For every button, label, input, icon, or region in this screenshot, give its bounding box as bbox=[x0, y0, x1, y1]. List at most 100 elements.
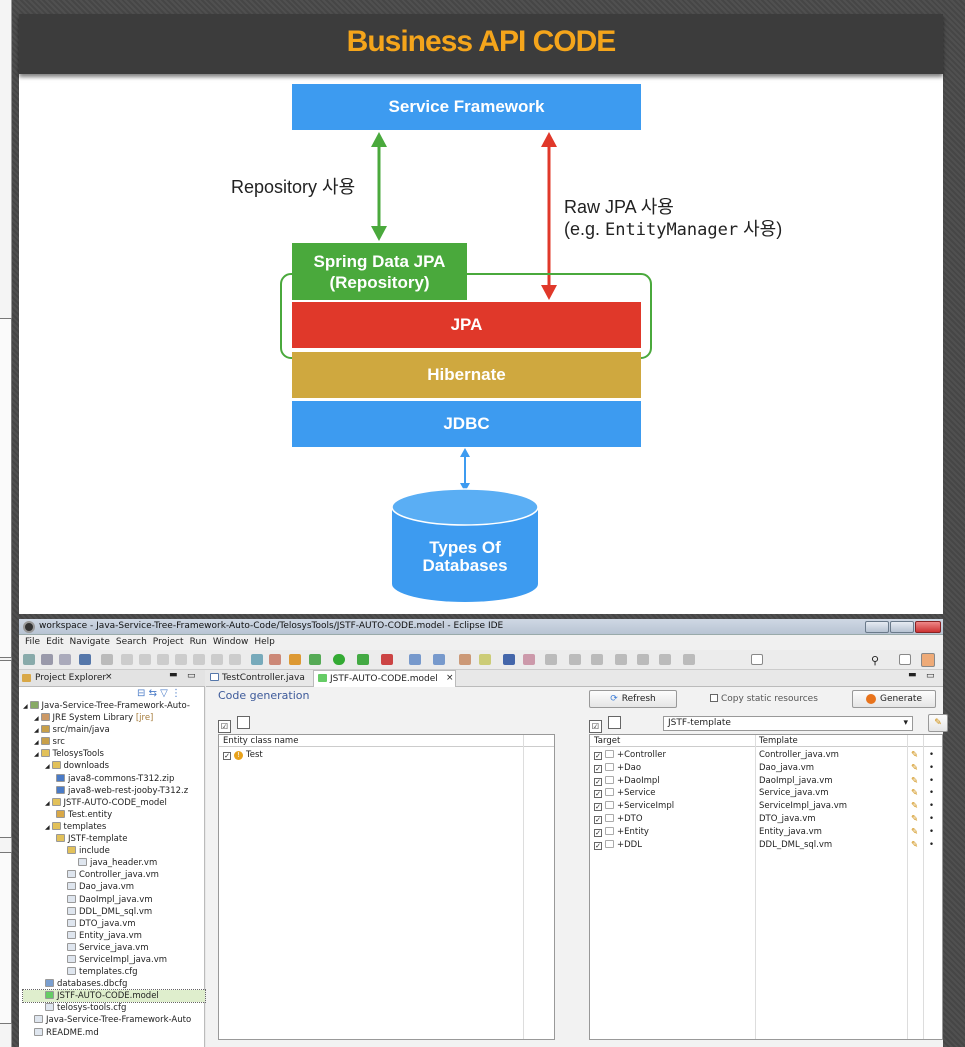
editor-minimize-icon[interactable]: ▬ bbox=[908, 670, 917, 680]
close-window-button[interactable] bbox=[915, 621, 941, 633]
annotation-icon[interactable] bbox=[545, 654, 557, 665]
filter-icon[interactable]: ▽ bbox=[160, 688, 168, 699]
copy-static-resources-checkbox[interactable]: Copy static resources bbox=[710, 694, 818, 704]
perspective-debug-icon[interactable] bbox=[921, 653, 935, 667]
project-explorer-tab[interactable]: Project Explorer × ▬ ▭ bbox=[19, 670, 205, 687]
link-editor-icon[interactable]: ⇆ bbox=[149, 688, 157, 699]
select-all-targets-button[interactable]: ☑ bbox=[589, 720, 602, 733]
prev-annotation-icon[interactable] bbox=[591, 654, 603, 665]
pin-editor-icon[interactable] bbox=[683, 654, 695, 665]
target-checkbox[interactable]: ✓ bbox=[594, 764, 602, 773]
editor-tab-testcontroller[interactable]: TestController.java bbox=[210, 673, 305, 683]
step-over-icon[interactable] bbox=[211, 654, 223, 665]
tree-item[interactable]: ServiceImpl_java.vm bbox=[23, 954, 205, 966]
save-icon[interactable] bbox=[41, 654, 53, 665]
terminal-icon[interactable] bbox=[79, 654, 91, 665]
skip-breakpoints-icon[interactable] bbox=[101, 654, 113, 665]
target-checkbox[interactable]: ✓ bbox=[594, 803, 602, 812]
pencil-icon[interactable]: ✎ bbox=[911, 839, 918, 851]
coverage-icon[interactable] bbox=[357, 654, 369, 665]
tree-expand-icon[interactable]: ◢ bbox=[45, 763, 52, 770]
collapse-all-icon[interactable]: ⊟ bbox=[137, 688, 145, 699]
maximize-button[interactable] bbox=[890, 621, 914, 633]
tree-item[interactable]: JSTF-template bbox=[23, 833, 205, 845]
target-row[interactable]: ✓ +Controller Controller_java.vm ✎ • bbox=[590, 749, 942, 761]
tree-item[interactable]: Test.entity bbox=[23, 809, 205, 821]
menu-project[interactable]: Project bbox=[153, 635, 184, 650]
target-row[interactable]: ✓ +DDL DDL_DML_sql.vm ✎ • bbox=[590, 839, 942, 851]
debug-icon[interactable] bbox=[309, 654, 321, 665]
spring-icon[interactable] bbox=[289, 654, 301, 665]
view-menu-icon[interactable]: ⋮ bbox=[171, 688, 181, 699]
tree-item[interactable]: Dao_java.vm bbox=[23, 881, 205, 893]
open-type-icon[interactable] bbox=[459, 654, 471, 665]
tree-item[interactable]: Java-Service-Tree-Framework-Auto bbox=[23, 1014, 205, 1026]
terminate-icon[interactable] bbox=[157, 654, 169, 665]
tree-item[interactable]: ◢ JRE System Library [jre] bbox=[23, 712, 205, 724]
select-all-entities-button[interactable]: ☑ bbox=[218, 720, 231, 733]
tree-expand-icon[interactable]: ◢ bbox=[34, 727, 41, 734]
suspend-icon[interactable] bbox=[139, 654, 151, 665]
tree-item[interactable]: Service_java.vm bbox=[23, 942, 205, 954]
tree-item[interactable]: java8-commons-T312.zip bbox=[23, 773, 205, 785]
editor-maximize-icon[interactable]: ▭ bbox=[926, 671, 935, 681]
tree-item[interactable]: databases.dbcfg bbox=[23, 978, 205, 990]
tree-item[interactable]: java_header.vm bbox=[23, 857, 205, 869]
search-icon[interactable]: ⚲ bbox=[871, 654, 879, 667]
run-icon[interactable] bbox=[333, 654, 345, 665]
target-checkbox[interactable]: ✓ bbox=[594, 828, 602, 837]
perspective-java-icon[interactable] bbox=[899, 654, 911, 665]
tree-item[interactable]: ◢ JSTF-AUTO-CODE_model bbox=[23, 797, 205, 809]
menu-file[interactable]: File bbox=[25, 635, 40, 650]
drop-to-frame-icon[interactable] bbox=[251, 654, 263, 665]
menu-window[interactable]: Window bbox=[213, 635, 249, 650]
target-checkbox[interactable]: ✓ bbox=[594, 777, 602, 786]
tree-expand-icon[interactable]: ◢ bbox=[34, 739, 41, 746]
target-row[interactable]: ✓ +DTO DTO_java.vm ✎ • bbox=[590, 813, 942, 825]
minimize-view-icon[interactable]: ▬ bbox=[169, 670, 178, 680]
tree-expand-icon[interactable]: ◢ bbox=[45, 800, 52, 807]
disconnect-icon[interactable] bbox=[175, 654, 187, 665]
globe-icon[interactable] bbox=[503, 654, 515, 665]
tree-expand-icon[interactable]: ◢ bbox=[34, 751, 41, 758]
tree-item[interactable]: java8-web-rest-jooby-T312.z bbox=[23, 785, 205, 797]
tree-item[interactable]: ◢ TelosysTools bbox=[23, 748, 205, 760]
pencil-icon[interactable]: ✎ bbox=[911, 813, 918, 825]
editor-tab-model[interactable]: JSTF-AUTO-CODE.model × bbox=[313, 670, 456, 687]
tree-expand-icon[interactable]: ◢ bbox=[34, 715, 41, 722]
new-package-icon[interactable] bbox=[433, 654, 445, 665]
open-perspective-icon[interactable] bbox=[751, 654, 763, 665]
target-row[interactable]: ✓ +Service Service_java.vm ✎ • bbox=[590, 787, 942, 799]
tree-item[interactable]: templates.cfg bbox=[23, 966, 205, 978]
search-tool-icon[interactable] bbox=[523, 654, 535, 665]
tree-item[interactable]: DDL_DML_sql.vm bbox=[23, 906, 205, 918]
tree-item[interactable]: DTO_java.vm bbox=[23, 918, 205, 930]
pencil-icon[interactable]: ✎ bbox=[911, 775, 918, 787]
tree-item[interactable]: Controller_java.vm bbox=[23, 869, 205, 881]
tree-item[interactable]: Entity_java.vm bbox=[23, 930, 205, 942]
tree-item[interactable]: DaoImpl_java.vm bbox=[23, 894, 205, 906]
last-edit-icon[interactable] bbox=[615, 654, 627, 665]
pencil-icon[interactable]: ✎ bbox=[911, 749, 918, 761]
entity-checkbox[interactable]: ✓ bbox=[223, 752, 231, 760]
external-tools-icon[interactable] bbox=[381, 654, 393, 665]
tree-item[interactable]: ◢ Java-Service-Tree-Framework-Auto- bbox=[23, 700, 205, 712]
deselect-all-entities-button[interactable] bbox=[236, 716, 250, 729]
pencil-icon[interactable]: ✎ bbox=[911, 762, 918, 774]
target-row[interactable]: ✓ +DaoImpl DaoImpl_java.vm ✎ • bbox=[590, 775, 942, 787]
menu-search[interactable]: Search bbox=[116, 635, 147, 650]
target-checkbox[interactable]: ✓ bbox=[594, 752, 602, 760]
maximize-view-icon[interactable]: ▭ bbox=[187, 671, 196, 681]
pencil-icon[interactable] bbox=[479, 654, 491, 665]
template-select[interactable]: JSTF-template ▾ bbox=[663, 716, 913, 731]
tree-item[interactable]: ◢ templates bbox=[23, 821, 205, 833]
close-editor-tab-icon[interactable]: × bbox=[446, 673, 454, 683]
target-checkbox[interactable]: ✓ bbox=[594, 816, 602, 824]
step-into-icon[interactable] bbox=[193, 654, 205, 665]
entity-row[interactable]: ✓! Test bbox=[223, 749, 263, 761]
edit-templates-button[interactable]: ✎ bbox=[928, 714, 948, 732]
tree-expand-icon[interactable]: ◢ bbox=[23, 703, 30, 710]
step-return-icon[interactable] bbox=[229, 654, 241, 665]
generate-button[interactable]: Generate bbox=[852, 690, 936, 708]
menu-navigate[interactable]: Navigate bbox=[70, 635, 110, 650]
